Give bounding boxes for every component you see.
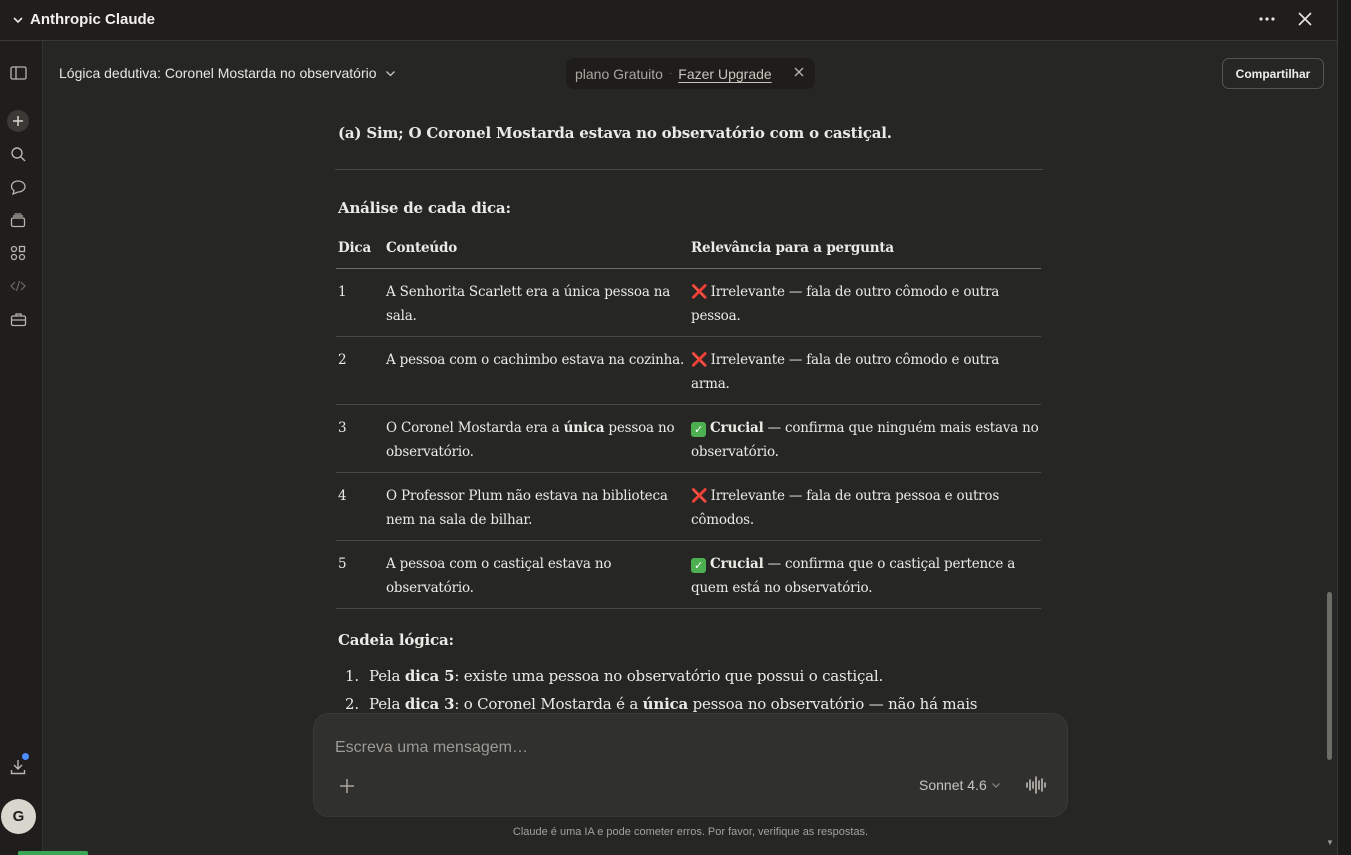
chevron-down-icon: [991, 783, 1000, 788]
check-mark-icon: ✓: [691, 422, 706, 437]
check-mark-icon: ✓: [691, 558, 706, 573]
answer-line: (a) Sim; O Coronel Mostarda estava no ob…: [338, 124, 892, 142]
list-emphasis: dica 5: [404, 667, 455, 685]
relevance-status: Irrelevante: [710, 284, 785, 300]
table-row: 3 O Coronel Mostarda era a única pessoa …: [336, 404, 1041, 473]
divider: [335, 169, 1043, 170]
chats-icon[interactable]: [8, 177, 28, 197]
plan-banner: plano Gratuito · Fazer Upgrade: [566, 58, 815, 89]
clue-relevance: ✓ Crucial — confirma que ninguém mais est…: [689, 404, 1041, 473]
model-selector[interactable]: Sonnet 4.6: [919, 777, 1001, 793]
clue-relevance: ❌ Irrelevante — fala de outro cômodo e ou…: [689, 268, 1041, 337]
clue-number: 5: [336, 540, 384, 609]
conversation-title-text: Lógica dedutiva: Coronel Mostarda no obs…: [59, 65, 377, 81]
list-emphasis: única: [642, 695, 689, 713]
clue-text: O Coronel Mostarda era a: [386, 420, 564, 436]
projects-icon[interactable]: [8, 210, 28, 230]
clue-number: 4: [336, 472, 384, 541]
download-icon[interactable]: [8, 757, 28, 777]
clue-relevance: ❌ Irrelevante — fala de outro cômodo e ou…: [689, 336, 1041, 405]
upgrade-link[interactable]: Fazer Upgrade: [678, 66, 771, 82]
voice-mode-icon[interactable]: [1025, 776, 1047, 794]
message-composer[interactable]: Escreva uma mensagem… Sonnet 4.6: [313, 713, 1068, 817]
table-row: 4 O Professor Plum não estava na bibliot…: [336, 472, 1041, 541]
relevance-status: Crucial: [710, 556, 764, 572]
chevron-down-icon: [385, 70, 395, 76]
clue-number: 3: [336, 404, 384, 473]
list-text: Pela: [369, 667, 405, 685]
app-title: Anthropic Claude: [30, 11, 156, 28]
code-icon[interactable]: [8, 276, 28, 296]
clue-content: O Professor Plum não estava na bibliotec…: [384, 472, 689, 541]
list-text: Pela: [369, 695, 405, 713]
status-bar-indicator: [18, 851, 88, 855]
message-input[interactable]: Escreva uma mensagem…: [335, 739, 528, 757]
new-chat-icon[interactable]: [7, 110, 29, 132]
clue-content: A pessoa com o castiçal estava no observ…: [384, 540, 689, 609]
add-attachment-icon[interactable]: [338, 777, 356, 795]
table-header-row: Dica Conteúdo Relevância para a pergunta: [336, 232, 1041, 269]
chain-heading: Cadeia lógica:: [338, 631, 454, 649]
clue-relevance: ❌ Irrelevante — fala de outra pessoa e ou…: [689, 472, 1041, 541]
relevance-status: Irrelevante: [710, 352, 785, 368]
table-row: 2 A pessoa com o cachimbo estava na cozi…: [336, 336, 1041, 405]
plan-label: plano Gratuito: [575, 65, 663, 82]
list-number: 1.: [345, 667, 359, 685]
window-edge: [1337, 0, 1351, 855]
disclaimer-text: Claude é uma IA e pode cometer erros. Po…: [512, 826, 869, 838]
analysis-heading: Análise de cada dica:: [338, 199, 511, 217]
model-name: Sonnet 4.6: [919, 777, 987, 793]
artifacts-icon[interactable]: [8, 243, 28, 263]
list-text: pessoa no observatório — não há mais: [688, 695, 978, 713]
table-row: 1 A Senhorita Scarlett era a única pesso…: [336, 268, 1041, 337]
title-bar: Anthropic Claude: [0, 0, 1351, 41]
column-header: Relevância para a pergunta: [689, 232, 1041, 269]
notification-dot: [22, 753, 29, 760]
plan-separator: ·: [668, 68, 673, 79]
sidebar-toggle-icon[interactable]: [8, 63, 28, 83]
avatar[interactable]: G: [1, 799, 36, 834]
relevance-status: Irrelevante: [710, 488, 785, 504]
scroll-down-arrow-icon[interactable]: ▼: [1326, 838, 1334, 847]
more-options-icon[interactable]: [1257, 9, 1277, 29]
relevance-status: Crucial: [710, 420, 764, 436]
search-icon[interactable]: [8, 144, 28, 164]
list-item: 1. Pela dica 5: existe uma pessoa no obse…: [345, 664, 977, 692]
clue-content: A pessoa com o cachimbo estava na cozinh…: [384, 336, 689, 405]
clue-emphasis: única: [563, 420, 605, 436]
column-header: Conteúdo: [384, 232, 689, 269]
column-header: Dica: [336, 232, 384, 269]
cross-mark-icon: ❌: [691, 284, 708, 300]
close-icon[interactable]: [1295, 9, 1315, 29]
list-text: : existe uma pessoa no observatório que …: [454, 667, 884, 685]
close-banner-icon[interactable]: [793, 66, 805, 78]
chevron-down-icon[interactable]: [12, 14, 24, 26]
clue-content: O Coronel Mostarda era a única pessoa no…: [384, 404, 689, 473]
toolbox-icon[interactable]: [8, 309, 28, 329]
list-emphasis: dica 3: [404, 695, 455, 713]
cross-mark-icon: ❌: [691, 488, 708, 504]
list-text: : o Coronel Mostarda é a: [454, 695, 643, 713]
logic-chain-list: 1. Pela dica 5: existe uma pessoa no obse…: [345, 664, 978, 720]
clues-table: Dica Conteúdo Relevância para a pergunta…: [336, 232, 1041, 609]
clue-relevance: ✓ Crucial — confirma que o castiçal perte…: [689, 540, 1041, 609]
scrollbar-thumb[interactable]: [1327, 592, 1332, 760]
cross-mark-icon: ❌: [691, 352, 708, 368]
clue-number: 2: [336, 336, 384, 405]
clue-number: 1: [336, 268, 384, 337]
app-menu[interactable]: Anthropic Claude: [12, 11, 155, 28]
conversation-title[interactable]: Lógica dedutiva: Coronel Mostarda no obs…: [55, 59, 400, 87]
share-button[interactable]: Compartilhar: [1222, 58, 1324, 89]
sidebar: G: [0, 41, 43, 855]
clue-content: A Senhorita Scarlett era a única pessoa …: [384, 268, 689, 337]
table-row: 5 A pessoa com o castiçal estava no obse…: [336, 540, 1041, 609]
